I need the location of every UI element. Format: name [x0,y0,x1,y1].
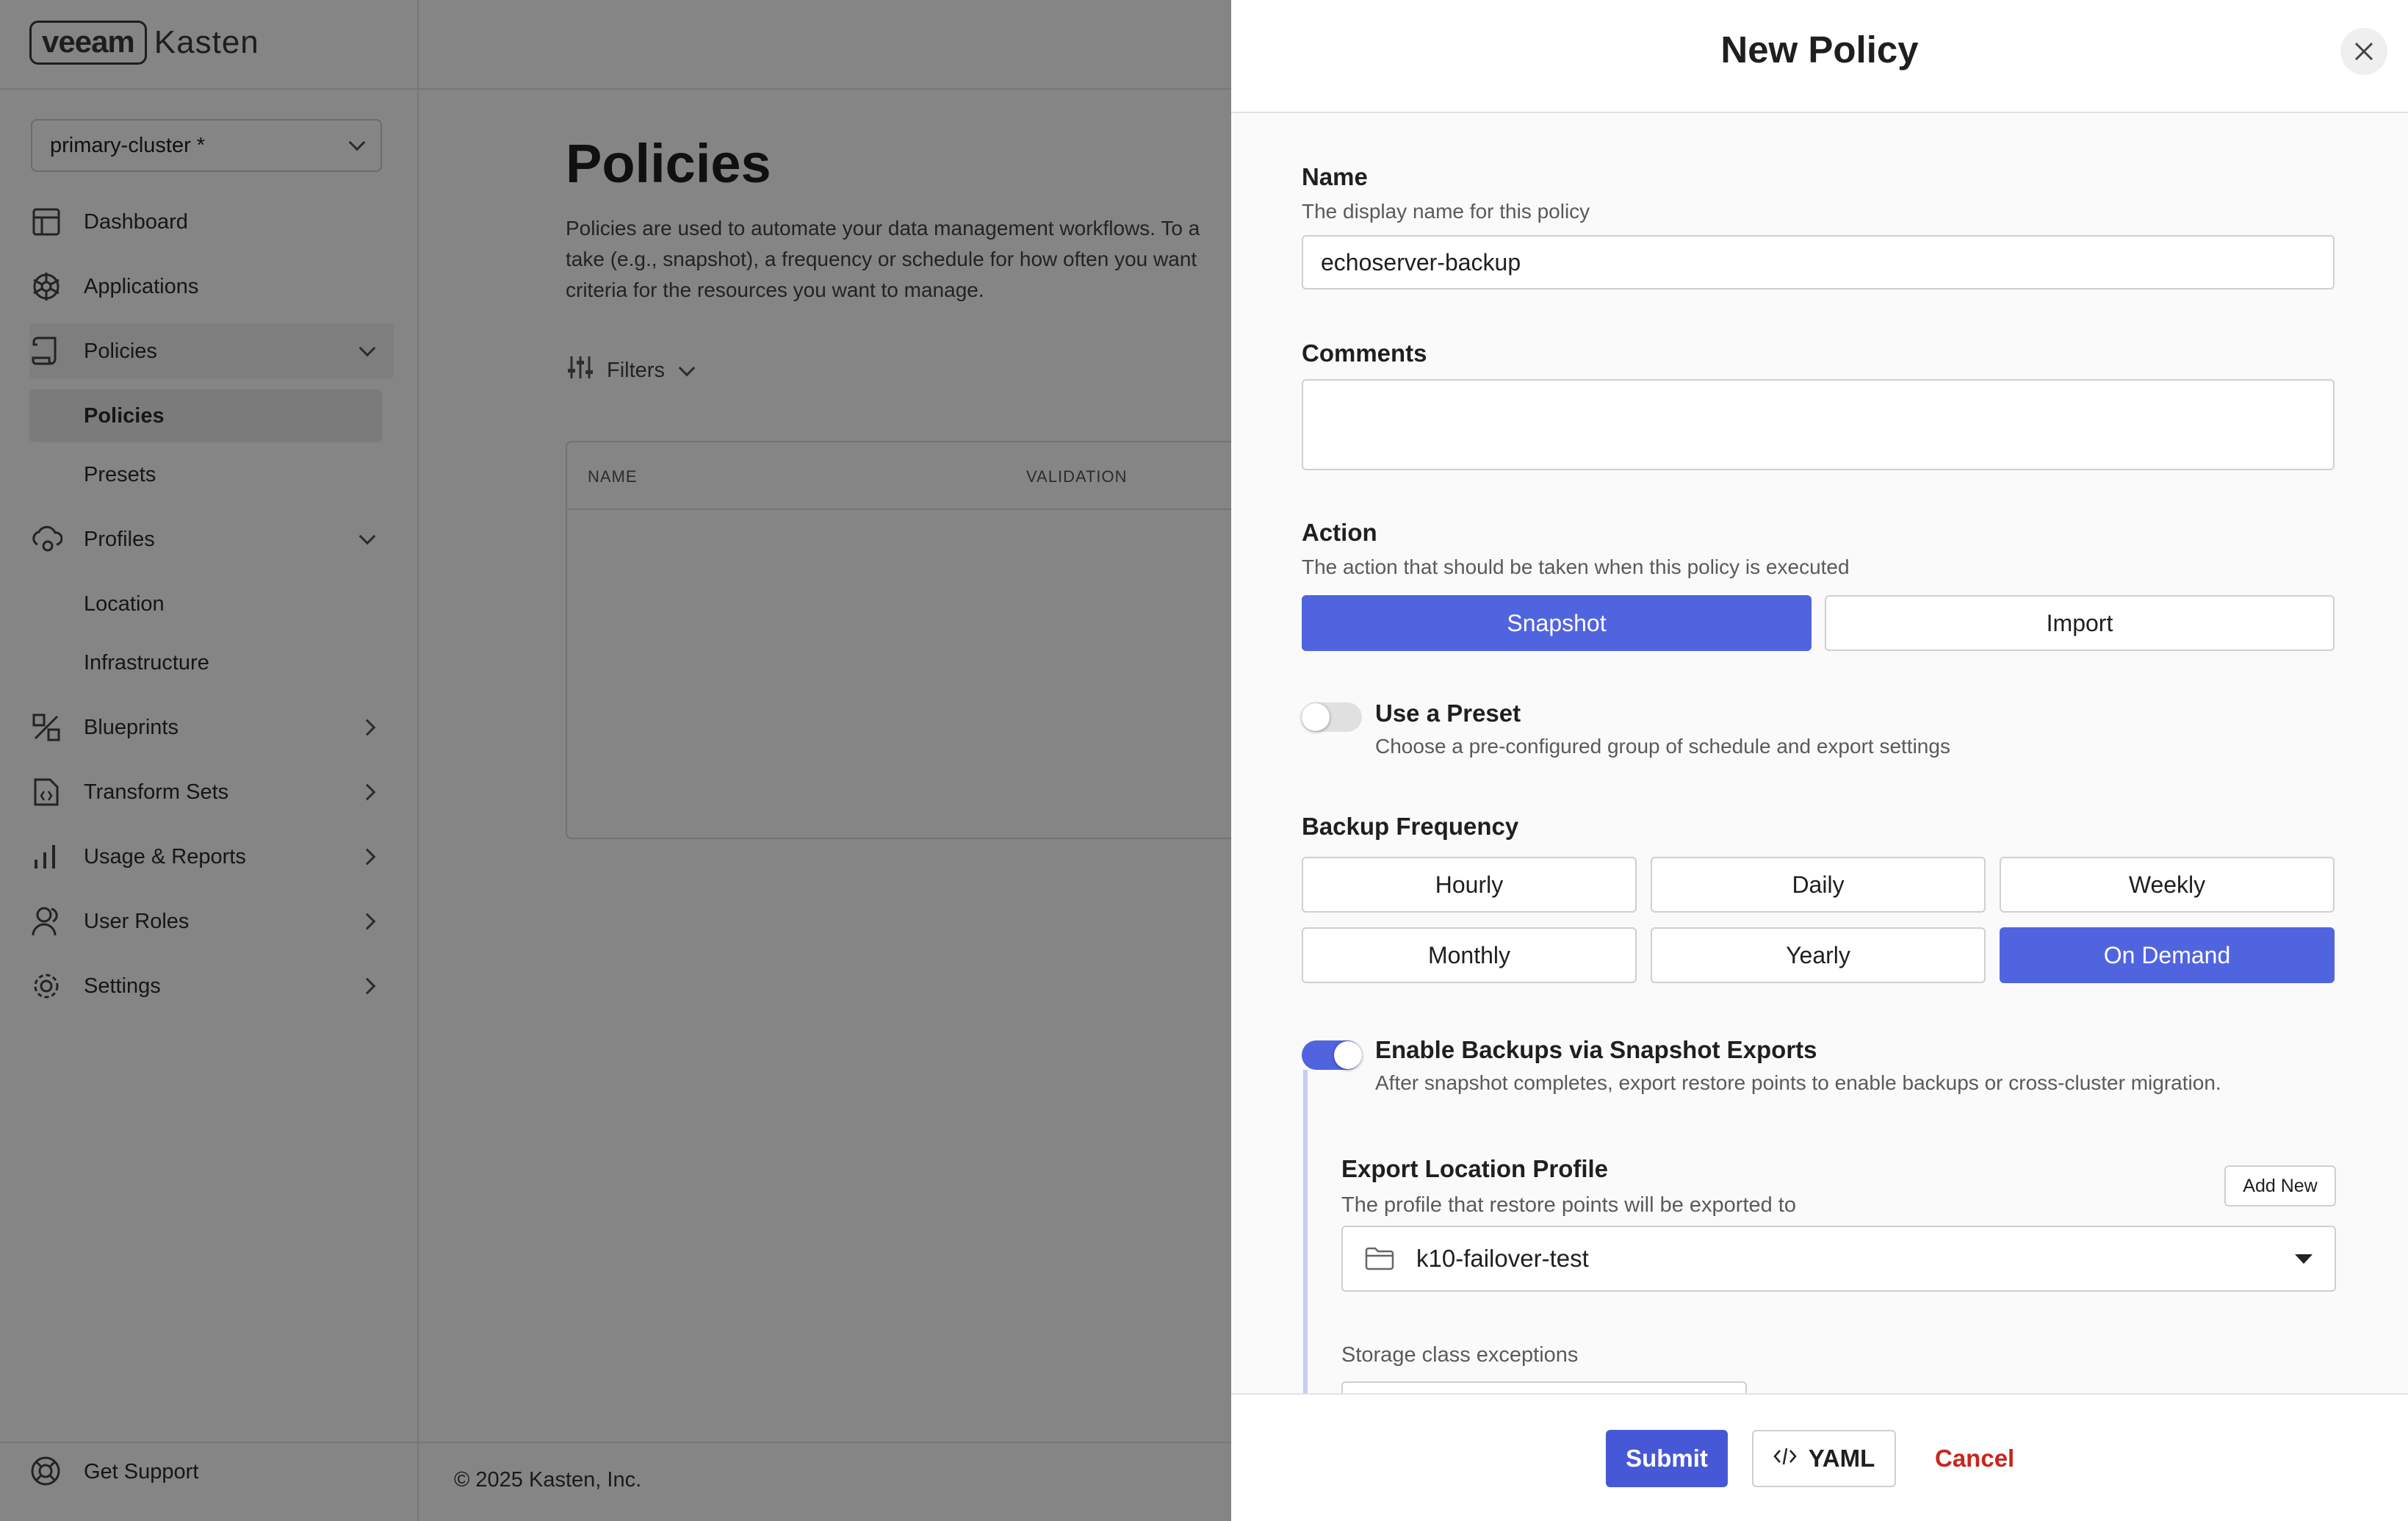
use-preset-help: Choose a pre-configured group of schedul… [1375,735,1950,758]
action-option-label: Import [2046,609,2113,636]
action-option-label: Snapshot [1507,609,1607,636]
close-button[interactable] [2340,28,2387,75]
drawer-footer: Submit YAML Cancel [1231,1393,2408,1521]
comments-textarea[interactable] [1302,379,2335,470]
drawer-header: New Policy [1231,0,2408,113]
frequency-on-demand-button[interactable]: On Demand [2000,927,2335,983]
name-label: Name [1302,163,1368,190]
comments-label: Comments [1302,339,1427,367]
frequency-option-label: Yearly [1786,941,1850,968]
add-new-profile-button[interactable]: Add New [2224,1165,2336,1207]
caret-down-icon [2295,1254,2313,1264]
enable-exports-help: After snapshot completes, export restore… [1375,1071,2221,1094]
frequency-hourly-button[interactable]: Hourly [1302,857,1637,913]
action-snapshot-button[interactable]: Snapshot [1302,595,1812,651]
frequency-monthly-button[interactable]: Monthly [1302,927,1637,983]
code-icon [1773,1446,1797,1472]
export-profile-help: The profile that restore points will be … [1341,1193,1796,1217]
action-label: Action [1302,519,1377,546]
use-preset-toggle[interactable] [1302,702,1362,732]
drawer-title: New Policy [1720,29,1919,71]
export-profile-select[interactable]: k10-failover-test [1341,1226,2336,1292]
frequency-daily-button[interactable]: Daily [1651,857,1986,913]
folder-icon [1365,1246,1394,1271]
action-help: The action that should be taken when thi… [1302,555,1850,578]
export-section-indicator [1303,1070,1308,1393]
submit-label: Submit [1626,1445,1708,1472]
close-icon [2354,42,2373,61]
frequency-option-label: Daily [1792,871,1845,898]
frequency-weekly-button[interactable]: Weekly [2000,857,2335,913]
name-input-value: echoserver-backup [1321,248,1521,276]
frequency-option-label: Hourly [1435,871,1504,898]
action-import-button[interactable]: Import [1825,595,2335,651]
cancel-label: Cancel [1935,1445,2015,1472]
frequency-option-label: Weekly [2128,871,2206,898]
frequency-option-label: On Demand [2103,941,2231,968]
yaml-button[interactable]: YAML [1752,1430,1896,1487]
yaml-label: YAML [1808,1445,1875,1472]
frequency-yearly-button[interactable]: Yearly [1651,927,1986,983]
toggle-knob [1334,1041,1362,1069]
backup-frequency-label: Backup Frequency [1302,813,1519,840]
use-preset-label: Use a Preset [1375,700,1521,727]
enable-exports-toggle[interactable] [1302,1040,1362,1070]
submit-button[interactable]: Submit [1606,1430,1728,1487]
toggle-knob [1302,703,1330,731]
cancel-button[interactable]: Cancel [1926,1430,2023,1487]
frequency-option-label: Monthly [1427,941,1511,968]
add-new-label: Add New [2243,1175,2318,1196]
name-help: The display name for this policy [1302,200,1590,223]
export-profile-value: k10-failover-test [1416,1245,1589,1272]
name-input[interactable]: echoserver-backup [1302,235,2335,290]
storage-class-exceptions-label: Storage class exceptions [1341,1343,1579,1367]
new-policy-drawer: New Policy Name The display name for thi… [1231,0,2408,1521]
enable-exports-label: Enable Backups via Snapshot Exports [1375,1036,1817,1063]
export-profile-label: Export Location Profile [1341,1155,1609,1182]
